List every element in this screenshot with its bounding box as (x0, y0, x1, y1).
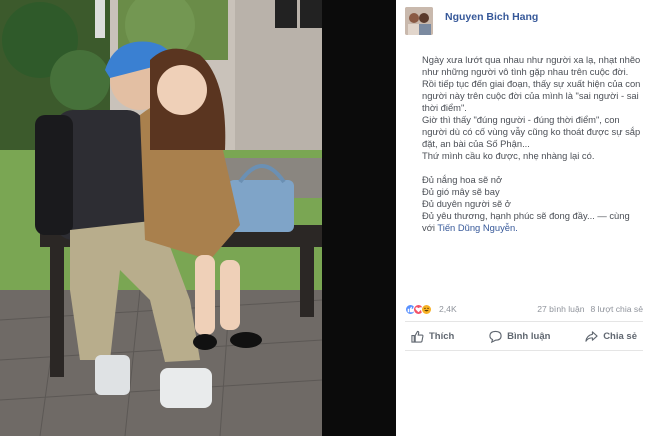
post-line: Đủ gió mây sẽ bay (422, 186, 500, 197)
like-label: Thích (429, 330, 455, 342)
comment-count[interactable]: 27 bình luận (537, 304, 584, 314)
like-button[interactable]: Thích (411, 330, 454, 343)
post-line: Đủ yêu thương, hạnh phúc sẽ đong đầy... … (422, 210, 630, 221)
post-line: người này trên cuộc đời của mình là "sai… (422, 90, 639, 101)
reaction-count[interactable]: 2,4K (439, 304, 457, 314)
post-line: người dù có cố vùng vẫy cũng ko thoát đư… (422, 126, 641, 137)
post-line: Giờ thì thấy "đúng người - đúng thời điể… (422, 114, 620, 125)
avatar-image-icon (405, 7, 433, 35)
divider (405, 350, 643, 351)
post-actions: Thích Bình luận Chia sẻ (405, 324, 643, 348)
reactions-summary: 2,4K 27 bình luận 8 lượt chia sẻ (405, 302, 643, 316)
thumbs-up-icon (411, 330, 424, 343)
haha-icon (421, 303, 432, 315)
post-text: Ngày xưa lướt qua nhau như người xa lạ, … (422, 54, 644, 234)
share-arrow-icon (585, 330, 598, 342)
post-photo-viewer (0, 0, 396, 436)
post-side-panel: Nguyen Bich Hang Ngày xưa lướt qua nhau … (396, 0, 650, 436)
couple-photo-illustration (0, 0, 322, 436)
share-count[interactable]: 8 lượt chia sẻ (591, 304, 643, 314)
share-label: Chia sẻ (603, 330, 637, 342)
post-line: Rồi tiếp tục đến giai đoạn, thấy sự xuất… (422, 78, 641, 89)
divider (405, 321, 643, 322)
with-label: với (422, 222, 438, 233)
author-avatar[interactable] (405, 7, 433, 35)
tagged-line: với Tiến Dũng Nguyễn. (422, 222, 644, 234)
share-button[interactable]: Chia sẻ (585, 330, 637, 343)
post-line: như những người vô tình gặp nhau trên cu… (422, 66, 629, 77)
tagged-user-link[interactable]: Tiến Dũng Nguyễn. (437, 222, 517, 233)
comment-button[interactable]: Bình luận (489, 330, 550, 343)
author-name[interactable]: Nguyen Bich Hang (445, 11, 538, 23)
comment-label: Bình luận (507, 330, 551, 342)
post-line: Đủ duyên người sẽ ở (422, 198, 511, 209)
post-line: thời điểm". (422, 102, 467, 113)
post-line: Thứ mình cầu ko được, nhẹ nhàng lại có. (422, 150, 595, 161)
post-photo[interactable] (0, 0, 322, 436)
post-line: Đủ nắng hoa sẽ nở (422, 174, 503, 185)
post-header: Nguyen Bich Hang (405, 7, 538, 35)
reaction-icons[interactable] (405, 303, 432, 315)
post-line: Ngày xưa lướt qua nhau như người xa lạ, … (422, 54, 641, 65)
comment-icon (489, 330, 502, 343)
post-line: đặt, an bài của Số Phận... (422, 138, 530, 149)
